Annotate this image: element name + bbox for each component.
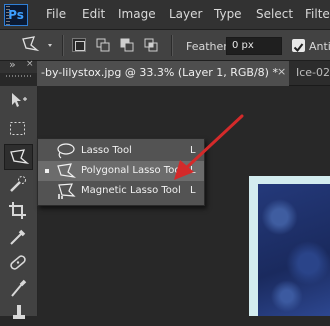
selected-bullet-icon <box>45 169 49 173</box>
quick-selection-tool-button[interactable] <box>4 172 33 198</box>
menu-type[interactable]: Type <box>214 7 242 21</box>
brush-icon <box>11 279 27 297</box>
eyedropper-icon <box>10 229 26 245</box>
menu-layer[interactable]: Layer <box>169 7 202 21</box>
polygonal-lasso-icon <box>22 36 52 52</box>
magnetic-lasso-icon <box>58 183 76 199</box>
clone-stamp-tool-button[interactable] <box>4 300 33 326</box>
feather-input[interactable]: 0 px <box>226 37 282 55</box>
intersect-selection-icon <box>144 38 158 52</box>
toolbox-grip[interactable] <box>6 75 32 77</box>
brush-tool-button[interactable] <box>4 276 33 302</box>
flyout-item-label: Magnetic Lasso Tool <box>81 185 181 196</box>
healing-brush-tool-button[interactable] <box>4 250 33 276</box>
marquee-tool-button[interactable] <box>4 116 33 142</box>
new-selection-button[interactable] <box>72 38 86 52</box>
annotation-arrow <box>174 114 244 180</box>
add-to-selection-button[interactable] <box>96 38 110 52</box>
tab-active-title: -by-lilystox.jpg @ 33.3% (Layer 1, RGB/8… <box>41 66 278 79</box>
eyedropper-tool-button[interactable] <box>4 224 33 250</box>
toolbox-header: » × <box>0 58 37 73</box>
subtract-from-selection-button[interactable] <box>120 38 134 52</box>
separator <box>62 35 64 56</box>
feather-label: Feather: <box>186 40 232 53</box>
canvas-image[interactable] <box>258 184 330 316</box>
menu-file[interactable]: File <box>46 7 66 21</box>
menu-image[interactable]: Image <box>118 7 156 21</box>
tab-inactive-document[interactable]: Ice-02- <box>296 66 330 79</box>
intersect-selection-button[interactable] <box>144 38 158 52</box>
tab-close-icon[interactable]: × <box>277 65 286 78</box>
lasso-tool-button[interactable] <box>4 144 33 170</box>
options-bar-grip[interactable] <box>6 6 10 26</box>
menu-select[interactable]: Select <box>256 7 293 21</box>
menu-filter[interactable]: Filter <box>305 7 330 21</box>
rectangular-marquee-icon <box>10 122 25 135</box>
close-panel-icon[interactable]: × <box>26 59 34 69</box>
quick-selection-icon <box>10 176 26 192</box>
crop-icon <box>9 202 26 219</box>
antialias-checkbox[interactable] <box>292 39 305 53</box>
flyout-item-label: Lasso Tool <box>81 145 132 156</box>
bandage-icon <box>10 255 26 270</box>
crop-tool-button[interactable] <box>4 198 33 224</box>
subtract-selection-icon <box>120 38 134 52</box>
tool-preset-picker[interactable] <box>20 35 54 59</box>
move-tool-button[interactable] <box>4 88 33 114</box>
menu-edit[interactable]: Edit <box>82 7 105 21</box>
move-icon <box>12 93 27 107</box>
lasso-icon <box>57 143 75 159</box>
collapse-toolbox-icon[interactable]: » <box>9 58 16 71</box>
checkmark-icon <box>293 43 304 53</box>
separator <box>171 35 173 56</box>
add-selection-icon <box>96 38 110 52</box>
clone-stamp-icon <box>13 305 25 319</box>
antialias-label: Anti- <box>309 40 330 53</box>
polygonal-lasso-icon <box>10 149 30 164</box>
polygonal-lasso-icon <box>57 163 76 178</box>
